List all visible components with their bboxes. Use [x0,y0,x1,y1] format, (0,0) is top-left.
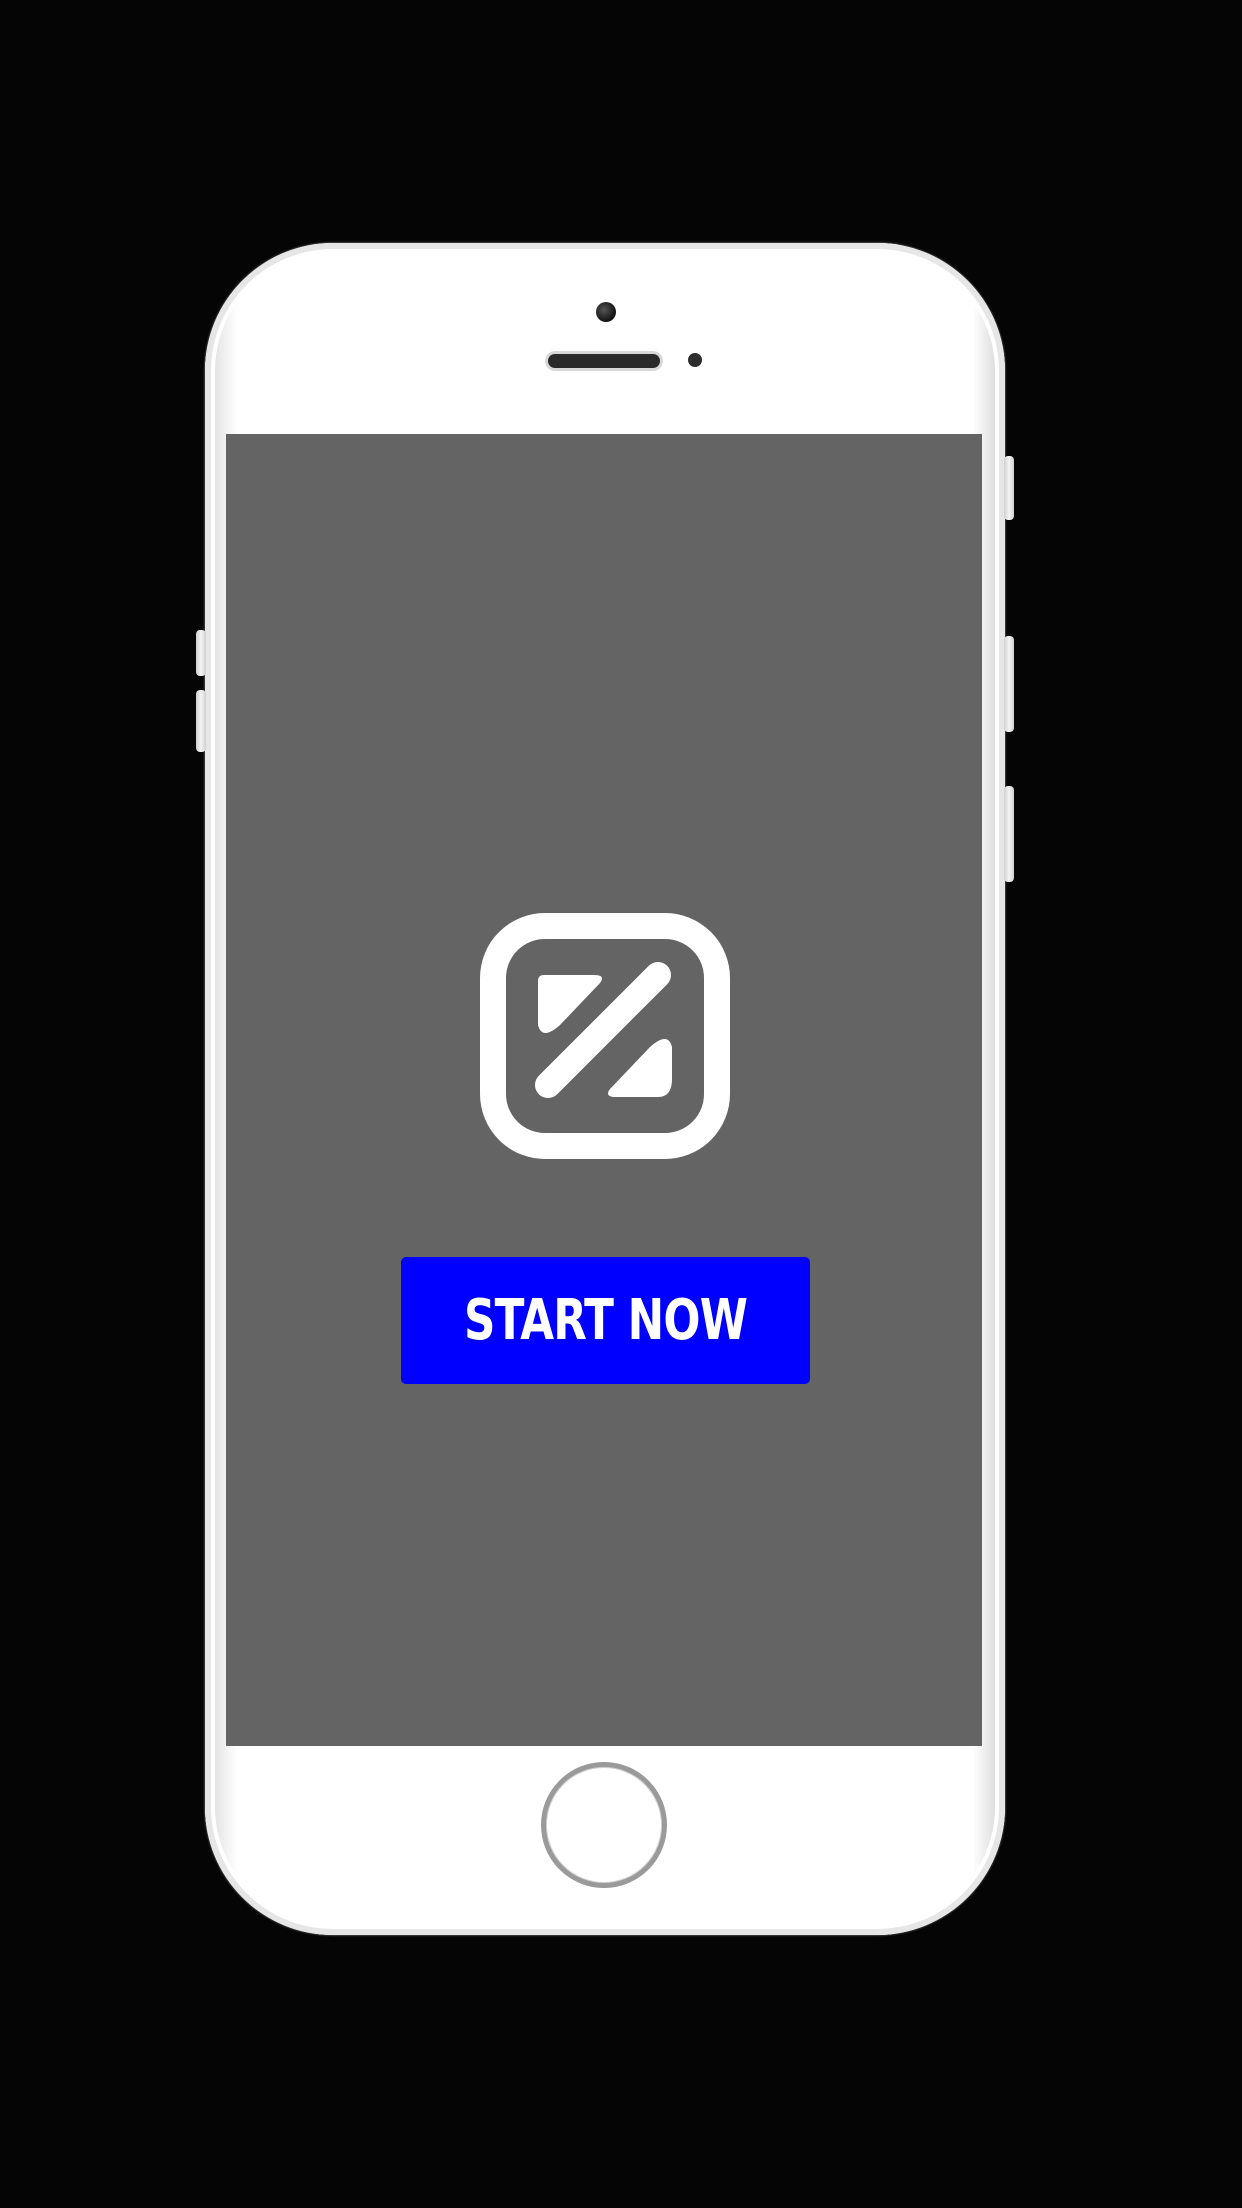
earpiece-speaker [548,354,660,368]
app-screen: START NOW [226,434,982,1746]
front-camera [596,302,616,322]
home-button[interactable] [541,1762,667,1888]
start-now-label: START NOW [463,1288,748,1353]
side-button-top [1004,456,1014,520]
side-button-bottom [1004,786,1014,882]
side-button-middle [1004,636,1014,732]
proximity-sensor [688,353,702,367]
diagonal-split-square-icon [480,913,730,1159]
silent-switch [196,630,206,676]
volume-button [196,690,206,752]
start-now-button[interactable]: START NOW [401,1257,810,1384]
